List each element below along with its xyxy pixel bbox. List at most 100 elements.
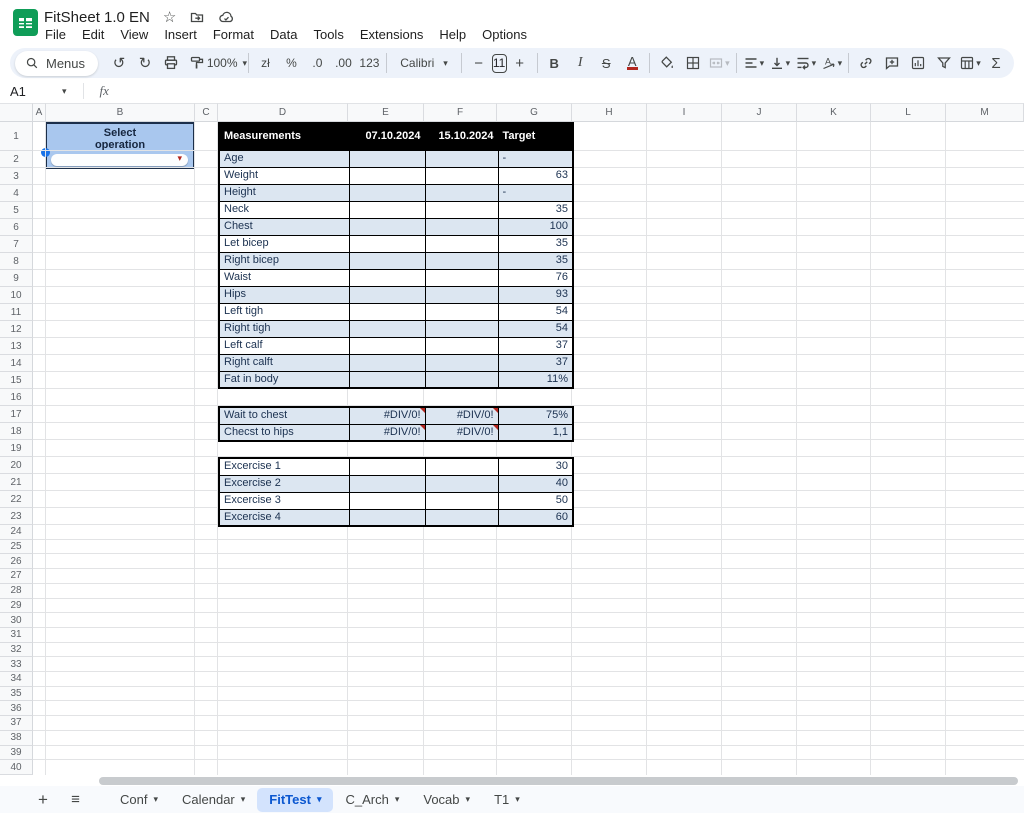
sheet-tab-conf[interactable]: Conf▾ xyxy=(108,788,170,812)
increase-decimal-button[interactable]: .00 xyxy=(331,51,355,75)
row-header-5[interactable]: 5 xyxy=(0,202,33,219)
cell-label[interactable]: Height xyxy=(219,184,349,201)
column-header-A[interactable]: A xyxy=(33,103,46,122)
row-header-1[interactable]: 1 xyxy=(0,122,33,151)
sheet-tab-t1[interactable]: T1▾ xyxy=(482,788,532,812)
cell-target[interactable]: 1,1 xyxy=(498,424,573,441)
cell-target[interactable]: 54 xyxy=(498,303,573,320)
menu-insert[interactable]: Insert xyxy=(156,25,205,44)
cell-value[interactable] xyxy=(425,354,498,371)
vertical-align-button[interactable]: ▾ xyxy=(767,51,791,75)
cell-target[interactable]: - xyxy=(498,184,573,201)
format-currency-button[interactable]: zł xyxy=(253,51,277,75)
cell-value[interactable] xyxy=(425,218,498,235)
row-header-20[interactable]: 20 xyxy=(0,457,33,474)
row-header-16[interactable]: 16 xyxy=(0,389,33,406)
grid-body[interactable]: Select operation ▾ Measurements07.10.202… xyxy=(33,122,1024,775)
print-button[interactable] xyxy=(159,51,183,75)
cell-target[interactable]: 37 xyxy=(498,337,573,354)
column-header-C[interactable]: C xyxy=(195,103,218,122)
row-header-30[interactable]: 30 xyxy=(0,613,33,628)
move-folder-icon[interactable] xyxy=(189,9,205,25)
cell-label[interactable]: Wait to chest xyxy=(219,407,349,424)
row-header-2[interactable]: 2 xyxy=(0,151,33,168)
row-header-25[interactable]: 25 xyxy=(0,540,33,555)
sheet-tab-fittest[interactable]: FitTest▾ xyxy=(257,788,333,812)
cell-value[interactable] xyxy=(349,458,425,475)
cell-value[interactable] xyxy=(349,371,425,388)
name-box-caret-icon[interactable]: ▾ xyxy=(62,86,67,97)
sheets-logo-icon[interactable] xyxy=(12,9,39,36)
bold-button[interactable]: B xyxy=(542,51,566,75)
cell-value[interactable]: #DIV/0! xyxy=(425,407,498,424)
column-header-E[interactable]: E xyxy=(348,103,424,122)
cell-label[interactable]: Left calf xyxy=(219,337,349,354)
cell-value[interactable] xyxy=(425,475,498,492)
table-header-cell[interactable]: 15.10.2024 xyxy=(425,123,498,150)
cell-target[interactable]: 60 xyxy=(498,509,573,526)
cell-target[interactable]: 75% xyxy=(498,407,573,424)
cell-value[interactable] xyxy=(349,218,425,235)
cell-target[interactable]: 54 xyxy=(498,320,573,337)
formula-input[interactable] xyxy=(119,79,1024,103)
font-size-input[interactable]: 11 xyxy=(492,54,507,73)
cell-label[interactable]: Left tigh xyxy=(219,303,349,320)
row-header-23[interactable]: 23 xyxy=(0,508,33,525)
operation-dropdown[interactable]: ▾ xyxy=(51,154,188,166)
text-rotation-button[interactable]: A ▾ xyxy=(819,51,843,75)
increase-font-size-button[interactable]: + xyxy=(508,51,532,75)
cell-label[interactable]: Age xyxy=(219,150,349,167)
row-header-3[interactable]: 3 xyxy=(0,168,33,185)
cell-target[interactable]: 35 xyxy=(498,235,573,252)
cell-value[interactable] xyxy=(425,458,498,475)
format-percent-button[interactable]: % xyxy=(279,51,303,75)
cell-value[interactable]: #DIV/0! xyxy=(349,407,425,424)
cell-target[interactable]: 63 xyxy=(498,167,573,184)
create-filter-button[interactable] xyxy=(932,51,956,75)
document-title[interactable]: FitSheet 1.0 EN xyxy=(44,9,150,26)
row-header-17[interactable]: 17 xyxy=(0,406,33,423)
insert-chart-button[interactable] xyxy=(906,51,930,75)
column-header-H[interactable]: H xyxy=(572,103,647,122)
number-format-button[interactable]: 123 xyxy=(357,51,381,75)
zoom-select[interactable]: 100% ▾ xyxy=(211,51,243,75)
cell-label[interactable]: Waist xyxy=(219,269,349,286)
row-header-13[interactable]: 13 xyxy=(0,338,33,355)
decrease-font-size-button[interactable]: − xyxy=(467,51,491,75)
cell-value[interactable] xyxy=(425,167,498,184)
row-header-4[interactable]: 4 xyxy=(0,185,33,202)
cell-value[interactable] xyxy=(425,492,498,509)
cell-value[interactable] xyxy=(425,286,498,303)
text-color-button[interactable]: A xyxy=(620,51,644,75)
row-header-38[interactable]: 38 xyxy=(0,731,33,746)
cell-target[interactable]: 100 xyxy=(498,218,573,235)
redo-button[interactable]: ↻ xyxy=(133,51,157,75)
menu-edit[interactable]: Edit xyxy=(74,25,112,44)
cell-label[interactable]: Hips xyxy=(219,286,349,303)
cell-value[interactable] xyxy=(349,286,425,303)
borders-button[interactable] xyxy=(681,51,705,75)
sheet-tab-vocab[interactable]: Vocab▾ xyxy=(411,788,482,812)
row-header-10[interactable]: 10 xyxy=(0,287,33,304)
row-header-26[interactable]: 26 xyxy=(0,554,33,569)
paint-format-button[interactable] xyxy=(185,51,209,75)
menu-help[interactable]: Help xyxy=(431,25,474,44)
cell-value[interactable] xyxy=(425,269,498,286)
insert-comment-button[interactable] xyxy=(880,51,904,75)
cell-value[interactable] xyxy=(349,252,425,269)
row-header-31[interactable]: 31 xyxy=(0,628,33,643)
cell-value[interactable] xyxy=(349,201,425,218)
cell-value[interactable] xyxy=(425,150,498,167)
cell-label[interactable]: Let bicep xyxy=(219,235,349,252)
text-wrap-button[interactable]: ▾ xyxy=(793,51,817,75)
row-header-39[interactable]: 39 xyxy=(0,746,33,761)
column-header-B[interactable]: B xyxy=(46,103,195,122)
cell-value[interactable] xyxy=(425,371,498,388)
cell-label[interactable]: Excercise 4 xyxy=(219,509,349,526)
row-header-9[interactable]: 9 xyxy=(0,270,33,287)
row-header-11[interactable]: 11 xyxy=(0,304,33,321)
cell-label[interactable]: Excercise 2 xyxy=(219,475,349,492)
sheet-tab-calendar[interactable]: Calendar▾ xyxy=(170,788,257,812)
cell-target[interactable]: 37 xyxy=(498,354,573,371)
cell-target[interactable]: 40 xyxy=(498,475,573,492)
